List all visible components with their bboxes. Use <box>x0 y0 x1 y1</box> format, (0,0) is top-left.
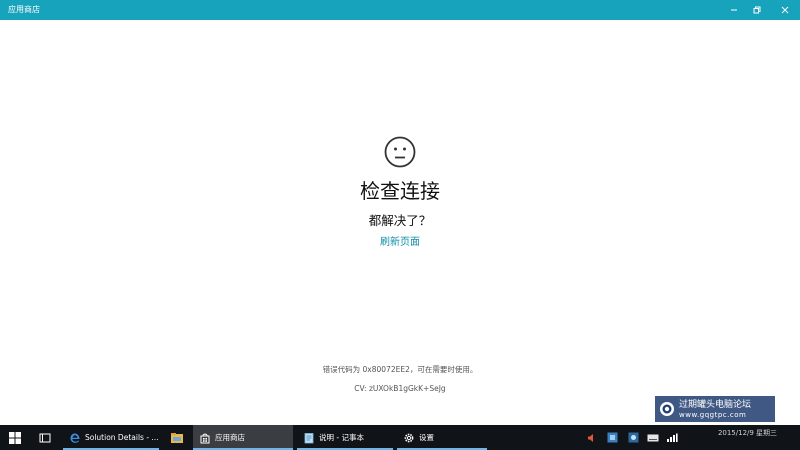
taskbar-app-notepad[interactable]: 说明 - 记事本 <box>297 425 393 450</box>
taskbar-app-label: 设置 <box>419 433 434 442</box>
taskbar-app-settings[interactable]: 设置 <box>397 425 487 450</box>
task-view-button[interactable] <box>31 425 59 450</box>
taskbar-app-label: Solution Details - ... <box>85 433 159 442</box>
tray-keyboard-button[interactable] <box>646 425 660 450</box>
windows-logo-icon <box>9 431 21 444</box>
tray-speaker-button[interactable] <box>584 425 600 450</box>
refresh-page-link[interactable]: 刷新页面 <box>0 236 800 250</box>
edge-icon <box>70 433 80 443</box>
taskbar-app-label: 说明 - 记事本 <box>319 433 364 442</box>
tray-app-button[interactable] <box>604 425 620 450</box>
title-bar: 应用商店 <box>0 0 800 20</box>
notepad-icon <box>304 432 314 443</box>
taskbar-app-label: 应用商店 <box>215 433 245 442</box>
sad-face-icon <box>384 136 416 168</box>
restore-icon <box>753 6 761 14</box>
network-icon <box>667 433 678 442</box>
tray-app-icon <box>628 432 638 443</box>
watermark: 过期罐头电脑论坛 www.gqgtpc.com <box>655 396 775 422</box>
clock-date: 2015/12/9 星期三 <box>717 429 778 437</box>
close-icon <box>781 6 789 14</box>
taskbar-app-edge[interactable]: Solution Details - ... <box>63 425 159 450</box>
tray-network-button[interactable] <box>664 425 680 450</box>
taskbar-app-store[interactable]: 应用商店 <box>193 425 293 450</box>
watermark-logo-icon <box>660 402 674 416</box>
watermark-url: www.gqgtpc.com <box>679 411 747 419</box>
taskbar-app-file-explorer[interactable] <box>163 425 191 450</box>
restore-button[interactable] <box>742 0 772 20</box>
close-button[interactable] <box>770 0 800 20</box>
tray-app-icon <box>607 432 617 443</box>
start-button[interactable] <box>0 425 30 450</box>
task-view-icon <box>39 433 51 442</box>
cv-text: CV: zUXOkB1gGkK+SeJg <box>354 384 446 393</box>
minimize-icon <box>731 9 737 11</box>
error-page: 检查连接 都解决了？ 刷新页面 错误代码为 0x80072EE2，可在需要时使用… <box>0 20 800 425</box>
error-subheading: 都解决了？ <box>368 213 432 228</box>
speaker-muted-icon <box>588 433 593 442</box>
watermark-title: 过期罐头电脑论坛 <box>679 400 752 410</box>
tray-app-button[interactable] <box>625 425 641 450</box>
file-explorer-icon <box>171 432 183 443</box>
keyboard-icon <box>647 434 659 441</box>
error-heading: 检查连接 <box>360 179 440 203</box>
error-code-text: 错误代码为 0x80072EE2，可在需要时使用。 <box>322 365 478 374</box>
store-icon <box>200 433 210 443</box>
window-title: 应用商店 <box>8 5 40 14</box>
taskbar: Solution Details - ... 应用商店 说明 - 记事本 设置 … <box>0 425 800 450</box>
tray-clock[interactable]: 2015/12/9 星期三 <box>700 429 795 438</box>
settings-gear-icon <box>404 433 414 442</box>
